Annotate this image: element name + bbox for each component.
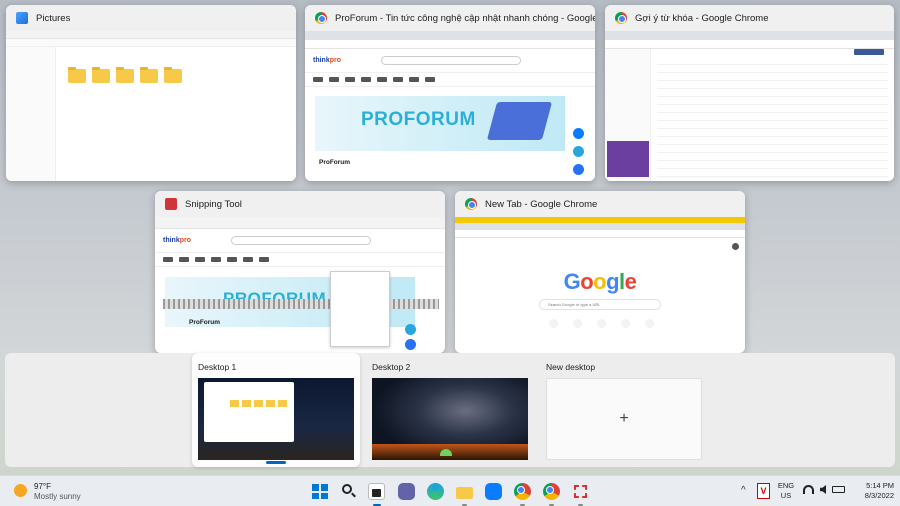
shortcut-icon[interactable]: [621, 319, 630, 328]
desktop-1-thumbnail: [198, 378, 354, 460]
desktop-2-card[interactable]: Desktop 2: [366, 353, 534, 467]
show-hidden-icons-button[interactable]: ^: [741, 485, 746, 496]
proforum-window[interactable]: ProForum - Tin tức công nghệ cập nhật nh…: [305, 5, 595, 181]
weather-temp: 97°F: [34, 482, 51, 491]
zalo-icon[interactable]: [573, 128, 584, 139]
keywords-titlebar[interactable]: Gợi ý từ khóa - Google Chrome: [605, 5, 894, 31]
wifi-icon[interactable]: [803, 485, 814, 494]
sun-icon: [14, 484, 27, 497]
weather-widget[interactable]: 97°F Mostly sunny: [12, 481, 102, 503]
clock-date: 8/3/2022: [864, 491, 894, 500]
snipping-tool-window[interactable]: Snipping Tool thinkpro PROFORUM ProForum: [155, 191, 445, 353]
site-search-bar[interactable]: [231, 236, 372, 245]
keywords-page: [605, 31, 894, 181]
chrome-icon: [615, 12, 627, 24]
thinkpro-logo: thinkpro: [163, 237, 192, 244]
new-desktop-card[interactable]: New desktop +: [540, 353, 708, 467]
desktop-1-label: Desktop 1: [198, 362, 237, 372]
photos-app-icon: [16, 12, 28, 24]
weather-desc: Mostly sunny: [34, 492, 81, 501]
teams-chat-icon[interactable]: [398, 483, 415, 500]
pictures-titlebar[interactable]: Pictures: [6, 5, 296, 31]
shortcut-icon[interactable]: [597, 319, 606, 328]
active-desktop-indicator: [266, 461, 286, 464]
telegram-icon[interactable]: [573, 146, 584, 157]
lang-code: ENG: [777, 481, 795, 490]
proforum-heading: ProForum: [319, 159, 351, 166]
chrome-icon[interactable]: [543, 483, 560, 500]
google-search-box[interactable]: Search Google or type a URL: [539, 299, 661, 310]
banner-text: PROFORUM: [361, 109, 476, 130]
proforum-titlebar[interactable]: ProForum - Tin tức công nghệ cập nhật nh…: [305, 5, 595, 31]
pictures-explorer-view: [6, 31, 296, 181]
avatar[interactable]: [732, 243, 739, 250]
taskbar: 97°F Mostly sunny ^ V ENG US 5:14 PM 8/3…: [0, 475, 900, 506]
pictures-window[interactable]: Pictures: [6, 5, 296, 181]
region-code: US: [780, 491, 792, 500]
clock[interactable]: 5:14 PM 8/3/2022: [852, 481, 894, 501]
keywords-window[interactable]: Gợi ý từ khóa - Google Chrome: [605, 5, 894, 181]
chrome-icon: [465, 198, 477, 210]
snipping-title: Snipping Tool: [185, 198, 242, 210]
chrome-icon[interactable]: [514, 483, 531, 500]
newtab-window[interactable]: New Tab - Google Chrome Google Search Go…: [455, 191, 745, 353]
folder-icon[interactable]: [68, 67, 86, 83]
shortcut-icon[interactable]: [549, 319, 558, 328]
keywords-title: Gợi ý từ khóa - Google Chrome: [635, 12, 769, 24]
proforum-page: thinkpro PROFORUM ProForum: [305, 31, 595, 181]
language-indicator[interactable]: ENG US: [776, 481, 796, 501]
zalo-icon[interactable]: [485, 483, 502, 500]
new-desktop-label: New desktop: [546, 362, 596, 372]
task-view-icon[interactable]: [368, 483, 385, 500]
google-logo: Google: [563, 269, 637, 294]
file-explorer-icon[interactable]: [456, 483, 473, 500]
newtab-titlebar[interactable]: New Tab - Google Chrome: [455, 191, 745, 217]
new-desktop-thumbnail[interactable]: +: [546, 378, 702, 460]
desktop-1-card[interactable]: Desktop 1: [192, 353, 360, 467]
messenger-icon[interactable]: [405, 339, 416, 350]
clock-time: 5:14 PM: [866, 481, 894, 490]
folder-icon[interactable]: [116, 67, 134, 83]
volume-icon[interactable]: [820, 485, 826, 494]
shortcut-icon[interactable]: [645, 319, 654, 328]
windows-start-icon[interactable]: [311, 483, 328, 500]
snipping-titlebar[interactable]: Snipping Tool: [155, 191, 445, 217]
snipping-tool-icon[interactable]: [572, 483, 589, 500]
snipping-canvas: thinkpro PROFORUM ProForum: [155, 217, 445, 353]
folder-icon[interactable]: [164, 67, 182, 83]
chrome-icon: [315, 12, 327, 24]
telegram-icon[interactable]: [405, 324, 416, 335]
desktop-2-label: Desktop 2: [372, 362, 411, 372]
snipping-heading: ProForum: [189, 319, 221, 326]
proforum-banner: PROFORUM: [315, 96, 565, 151]
plus-icon: +: [619, 410, 629, 427]
pictures-title: Pictures: [36, 12, 71, 24]
site-search-bar[interactable]: [381, 56, 522, 65]
folder-icon[interactable]: [140, 67, 158, 83]
antivirus-icon[interactable]: V: [757, 483, 770, 499]
edge-icon[interactable]: [427, 483, 444, 500]
thinkpro-logo: thinkpro: [313, 57, 342, 64]
folder-icon[interactable]: [92, 67, 110, 83]
snipping-tool-icon: [165, 198, 177, 210]
newtab-page: Google Search Google or type a URL: [455, 217, 745, 353]
proforum-title: ProForum - Tin tức công nghệ cập nhật nh…: [335, 12, 595, 24]
virtual-desktops-panel: Desktop 1 Desktop 2 New desktop +: [5, 353, 895, 467]
newtab-title: New Tab - Google Chrome: [485, 198, 598, 210]
shortcut-icon[interactable]: [573, 319, 582, 328]
desktop-2-thumbnail: [372, 378, 528, 460]
messenger-icon[interactable]: [573, 164, 584, 175]
search-icon[interactable]: [340, 483, 357, 500]
battery-icon[interactable]: [832, 486, 845, 493]
